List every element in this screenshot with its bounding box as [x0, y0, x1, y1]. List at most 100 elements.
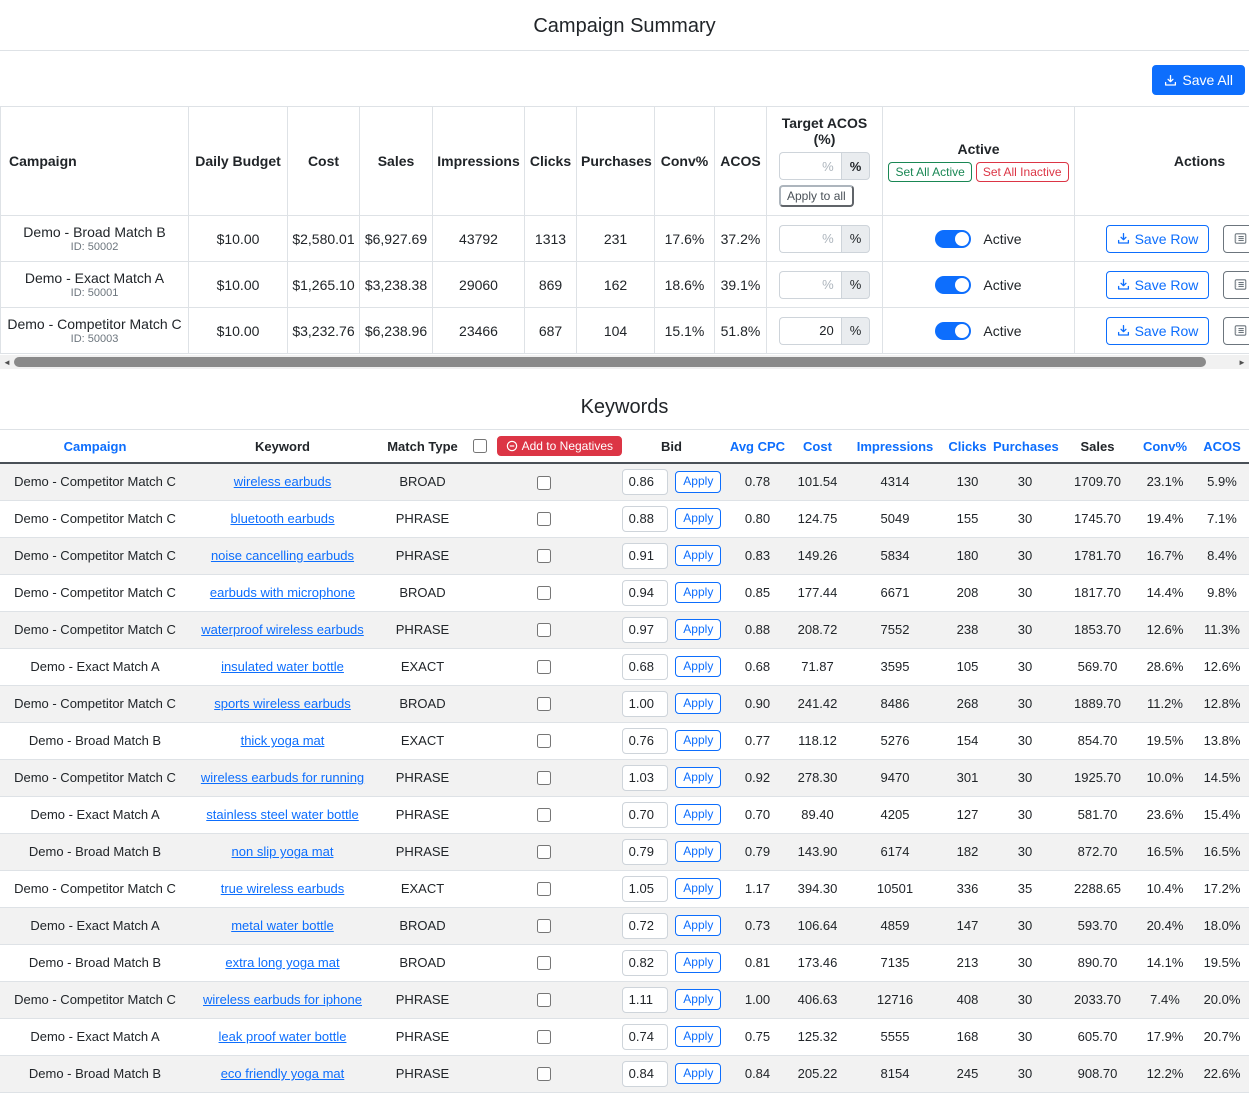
negative-checkbox[interactable]	[537, 771, 551, 785]
apply-bid-button[interactable]: Apply	[675, 915, 721, 937]
apply-bid-button[interactable]: Apply	[675, 730, 721, 752]
target-acos-input[interactable]	[779, 317, 841, 345]
view-button[interactable]: View	[1223, 317, 1249, 345]
kw-col-conv[interactable]: Conv%	[1135, 430, 1195, 464]
apply-to-all-button[interactable]: Apply to all	[779, 185, 854, 207]
scrollbar-thumb[interactable]	[14, 357, 1206, 367]
apply-bid-button[interactable]: Apply	[675, 841, 721, 863]
keyword-link[interactable]: thick yoga mat	[241, 733, 325, 748]
view-button[interactable]: View	[1223, 225, 1249, 253]
keyword-link[interactable]: insulated water bottle	[221, 659, 344, 674]
negative-checkbox[interactable]	[537, 660, 551, 674]
bid-input[interactable]	[622, 802, 668, 828]
view-button[interactable]: View	[1223, 271, 1249, 299]
negative-checkbox[interactable]	[537, 808, 551, 822]
save-all-button[interactable]: Save All	[1152, 65, 1245, 95]
col-purchases[interactable]: Purchases	[577, 107, 655, 216]
negative-checkbox[interactable]	[537, 882, 551, 896]
negative-checkbox[interactable]	[537, 919, 551, 933]
kw-col-clicks[interactable]: Clicks	[945, 430, 990, 464]
negative-checkbox[interactable]	[537, 549, 551, 563]
apply-bid-button[interactable]: Apply	[675, 619, 721, 641]
save-row-button[interactable]: Save Row	[1106, 317, 1210, 345]
keyword-link[interactable]: true wireless earbuds	[221, 881, 345, 896]
scroll-right-arrow-icon[interactable]: ►	[1235, 355, 1249, 369]
apply-bid-button[interactable]: Apply	[675, 1063, 721, 1085]
keyword-link[interactable]: stainless steel water bottle	[206, 807, 358, 822]
bid-input[interactable]	[622, 580, 668, 606]
keyword-link[interactable]: wireless earbuds	[234, 474, 332, 489]
keyword-link[interactable]: earbuds with microphone	[210, 585, 355, 600]
negative-checkbox[interactable]	[537, 476, 551, 490]
keyword-link[interactable]: waterproof wireless earbuds	[201, 622, 364, 637]
select-all-negatives-checkbox[interactable]	[473, 439, 487, 453]
bid-input[interactable]	[622, 876, 668, 902]
apply-bid-button[interactable]: Apply	[675, 878, 721, 900]
apply-bid-button[interactable]: Apply	[675, 989, 721, 1011]
col-impressions[interactable]: Impressions	[433, 107, 525, 216]
keyword-link[interactable]: eco friendly yoga mat	[221, 1066, 345, 1081]
horizontal-scrollbar[interactable]: ◄ ►	[0, 355, 1249, 369]
negative-checkbox[interactable]	[537, 697, 551, 711]
save-row-button[interactable]: Save Row	[1106, 225, 1210, 253]
bid-input[interactable]	[622, 1024, 668, 1050]
keyword-link[interactable]: metal water bottle	[231, 918, 334, 933]
keyword-link[interactable]: sports wireless earbuds	[214, 696, 351, 711]
keyword-link[interactable]: bluetooth earbuds	[230, 511, 334, 526]
apply-bid-button[interactable]: Apply	[675, 693, 721, 715]
active-toggle[interactable]	[935, 276, 971, 294]
set-all-inactive-button[interactable]: Set All Inactive	[976, 162, 1069, 182]
apply-bid-button[interactable]: Apply	[675, 508, 721, 530]
keyword-link[interactable]: noise cancelling earbuds	[211, 548, 354, 563]
col-cost[interactable]: Cost	[288, 107, 360, 216]
negative-checkbox[interactable]	[537, 1067, 551, 1081]
keyword-link[interactable]: wireless earbuds for iphone	[203, 992, 362, 1007]
bid-input[interactable]	[622, 654, 668, 680]
add-to-negatives-button[interactable]: Add to Negatives	[497, 436, 622, 456]
col-conv[interactable]: Conv%	[655, 107, 715, 216]
active-toggle[interactable]	[935, 230, 971, 248]
apply-bid-button[interactable]: Apply	[675, 1026, 721, 1048]
active-toggle[interactable]	[935, 322, 971, 340]
set-all-active-button[interactable]: Set All Active	[888, 162, 971, 182]
apply-bid-button[interactable]: Apply	[675, 471, 721, 493]
negative-checkbox[interactable]	[537, 734, 551, 748]
kw-col-impressions[interactable]: Impressions	[845, 430, 945, 464]
apply-bid-button[interactable]: Apply	[675, 656, 721, 678]
scroll-left-arrow-icon[interactable]: ◄	[0, 355, 14, 369]
bid-input[interactable]	[622, 728, 668, 754]
col-sales[interactable]: Sales	[360, 107, 433, 216]
apply-bid-button[interactable]: Apply	[675, 952, 721, 974]
kw-col-acos[interactable]: ACOS	[1195, 430, 1249, 464]
col-clicks[interactable]: Clicks	[525, 107, 577, 216]
bid-input[interactable]	[622, 839, 668, 865]
bid-input[interactable]	[622, 543, 668, 569]
bid-input[interactable]	[622, 950, 668, 976]
apply-bid-button[interactable]: Apply	[675, 545, 721, 567]
negative-checkbox[interactable]	[537, 512, 551, 526]
apply-bid-button[interactable]: Apply	[675, 767, 721, 789]
bid-input[interactable]	[622, 987, 668, 1013]
target-acos-input[interactable]	[779, 271, 841, 299]
negative-checkbox[interactable]	[537, 586, 551, 600]
kw-col-cost[interactable]: Cost	[790, 430, 845, 464]
bid-input[interactable]	[622, 765, 668, 791]
keyword-link[interactable]: extra long yoga mat	[225, 955, 339, 970]
bid-input[interactable]	[622, 1061, 668, 1087]
keyword-link[interactable]: leak proof water bottle	[219, 1029, 347, 1044]
col-acos[interactable]: ACOS	[715, 107, 767, 216]
kw-col-campaign[interactable]: Campaign	[0, 430, 190, 464]
bid-input[interactable]	[622, 691, 668, 717]
negative-checkbox[interactable]	[537, 993, 551, 1007]
negative-checkbox[interactable]	[537, 845, 551, 859]
negative-checkbox[interactable]	[537, 956, 551, 970]
keyword-link[interactable]: non slip yoga mat	[232, 844, 334, 859]
bid-input[interactable]	[622, 506, 668, 532]
keyword-link[interactable]: wireless earbuds for running	[201, 770, 364, 785]
apply-bid-button[interactable]: Apply	[675, 804, 721, 826]
bid-input[interactable]	[622, 469, 668, 495]
target-acos-all-input[interactable]	[779, 152, 841, 180]
col-campaign[interactable]: Campaign	[1, 107, 189, 216]
target-acos-input[interactable]	[779, 225, 841, 253]
kw-col-purchases[interactable]: Purchases	[990, 430, 1060, 464]
